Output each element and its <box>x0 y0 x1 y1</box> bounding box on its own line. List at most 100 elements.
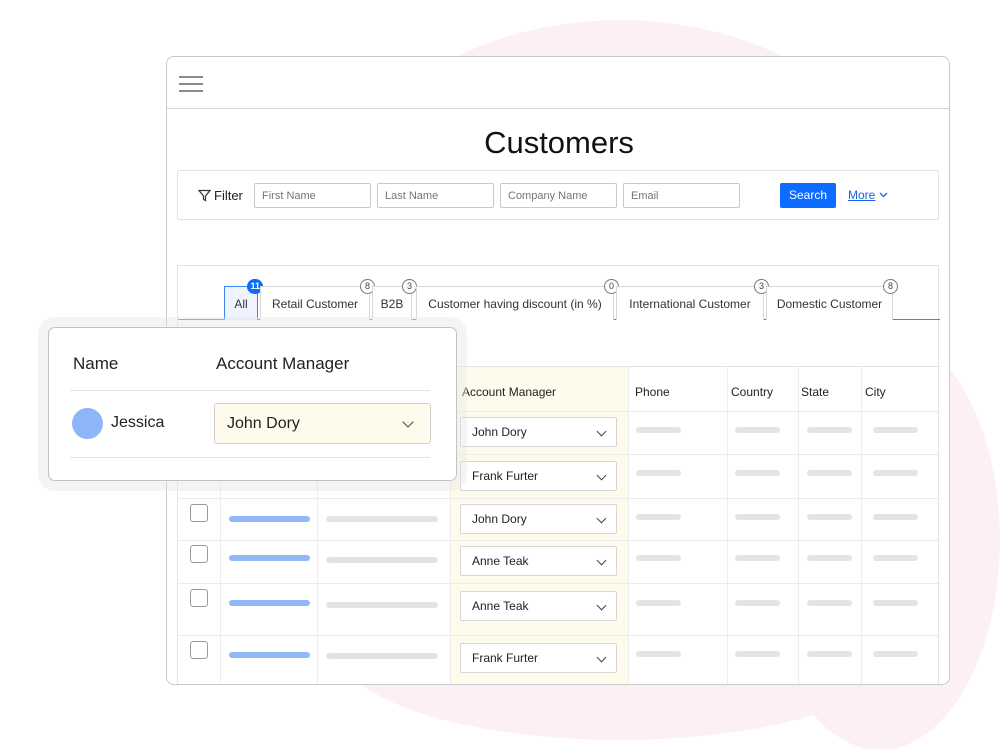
account-manager-select[interactable]: Anne Teak <box>460 591 617 621</box>
page-title: Customers <box>484 125 634 160</box>
column-divider <box>628 367 629 684</box>
column-header-account-manager[interactable]: Account Manager <box>462 385 556 399</box>
placeholder-bar <box>873 651 918 657</box>
selected-value: John Dory <box>227 415 300 432</box>
placeholder-bar <box>636 555 681 561</box>
placeholder-bar <box>735 470 780 476</box>
chevron-down-icon <box>596 426 607 437</box>
placeholder-bar <box>807 427 852 433</box>
tab-all[interactable]: All 11 <box>224 279 263 320</box>
company-name-input[interactable] <box>500 183 617 208</box>
placeholder-bar <box>229 652 310 658</box>
top-bar <box>167 57 949 109</box>
account-manager-select[interactable]: John Dory <box>460 504 617 534</box>
placeholder-bar <box>326 602 438 608</box>
row-checkbox[interactable] <box>190 641 208 659</box>
selected-value: Frank Furter <box>472 651 539 665</box>
chevron-down-icon <box>402 416 414 428</box>
placeholder-bar <box>735 427 780 433</box>
account-manager-select[interactable]: Anne Teak <box>460 546 617 576</box>
placeholder-bar <box>873 514 918 520</box>
placeholder-bar <box>807 600 852 606</box>
column-header-phone[interactable]: Phone <box>635 385 670 399</box>
tab-domestic-customer[interactable]: Domestic Customer 8 <box>766 279 898 320</box>
placeholder-bar <box>636 514 681 520</box>
tab-count-badge: 8 <box>883 279 898 294</box>
row-divider <box>178 540 940 541</box>
avatar <box>72 408 103 439</box>
account-manager-popup-card: Name Account Manager Jessica John Dory <box>48 327 457 481</box>
filter-icon <box>198 189 211 202</box>
placeholder-bar <box>229 555 310 561</box>
placeholder-bar <box>735 600 780 606</box>
tab-retail-customer[interactable]: Retail Customer 8 <box>260 279 375 320</box>
placeholder-bar <box>807 651 852 657</box>
customer-name: Jessica <box>111 414 165 431</box>
filter-text: Filter <box>214 188 243 203</box>
row-checkbox[interactable] <box>190 545 208 563</box>
column-divider <box>727 367 728 684</box>
tab-label: Retail Customer <box>271 297 359 311</box>
filter-bar: Filter Search More <box>177 170 939 220</box>
column-header-state[interactable]: State <box>801 385 829 399</box>
selected-value: John Dory <box>472 425 527 439</box>
column-divider <box>798 367 799 684</box>
divider <box>70 457 430 458</box>
tab-label: Domestic Customer <box>776 297 883 311</box>
tab-label: Customer having discount (in %) <box>428 297 602 311</box>
placeholder-bar <box>807 470 852 476</box>
search-button[interactable]: Search <box>780 183 836 208</box>
placeholder-bar <box>873 600 918 606</box>
tab-customer-having-discount[interactable]: Customer having discount (in %) 0 <box>416 279 619 320</box>
row-checkbox[interactable] <box>190 589 208 607</box>
account-manager-select[interactable]: Frank Furter <box>460 643 617 673</box>
placeholder-bar <box>229 600 310 606</box>
selected-value: John Dory <box>472 512 527 526</box>
account-manager-select[interactable]: John Dory <box>460 417 617 447</box>
row-checkbox[interactable] <box>190 504 208 522</box>
placeholder-bar <box>873 470 918 476</box>
first-name-input[interactable] <box>254 183 371 208</box>
divider <box>70 390 430 391</box>
chevron-down-icon <box>596 513 607 524</box>
chevron-down-icon <box>596 652 607 663</box>
tab-label: B2B <box>380 297 404 311</box>
column-header-country[interactable]: Country <box>731 385 773 399</box>
hamburger-menu-icon[interactable] <box>179 76 203 92</box>
placeholder-bar <box>735 651 780 657</box>
placeholder-bar <box>735 555 780 561</box>
row-divider <box>178 498 940 499</box>
chevron-down-icon <box>596 555 607 566</box>
placeholder-bar <box>807 514 852 520</box>
row-divider <box>178 583 940 584</box>
last-name-input[interactable] <box>377 183 494 208</box>
placeholder-bar <box>636 600 681 606</box>
divider <box>938 320 939 362</box>
placeholder-bar <box>229 516 310 522</box>
column-divider <box>861 367 862 684</box>
selected-value: Frank Furter <box>472 469 539 483</box>
row-divider <box>178 635 940 636</box>
placeholder-bar <box>873 427 918 433</box>
account-manager-select[interactable]: Frank Furter <box>460 461 617 491</box>
placeholder-bar <box>636 470 681 476</box>
placeholder-bar <box>326 653 438 659</box>
filter-label[interactable]: Filter <box>198 188 243 203</box>
column-header-city[interactable]: City <box>865 385 886 399</box>
placeholder-bar <box>326 557 438 563</box>
popup-account-manager-select[interactable]: John Dory <box>214 403 431 444</box>
tab-label: All <box>234 297 248 311</box>
tab-b2b[interactable]: B2B 3 <box>372 279 417 320</box>
placeholder-bar <box>807 555 852 561</box>
placeholder-bar <box>636 651 681 657</box>
email-input[interactable] <box>623 183 740 208</box>
tab-international-customer[interactable]: International Customer 3 <box>616 279 769 320</box>
tab-count-badge: 3 <box>402 279 417 294</box>
placeholder-bar <box>873 555 918 561</box>
chevron-down-icon <box>879 192 888 198</box>
more-link[interactable]: More <box>848 188 888 202</box>
placeholder-bar <box>636 427 681 433</box>
popup-name-header: Name <box>73 354 119 373</box>
more-link-text: More <box>848 188 876 202</box>
popup-manager-header: Account Manager <box>216 354 350 373</box>
